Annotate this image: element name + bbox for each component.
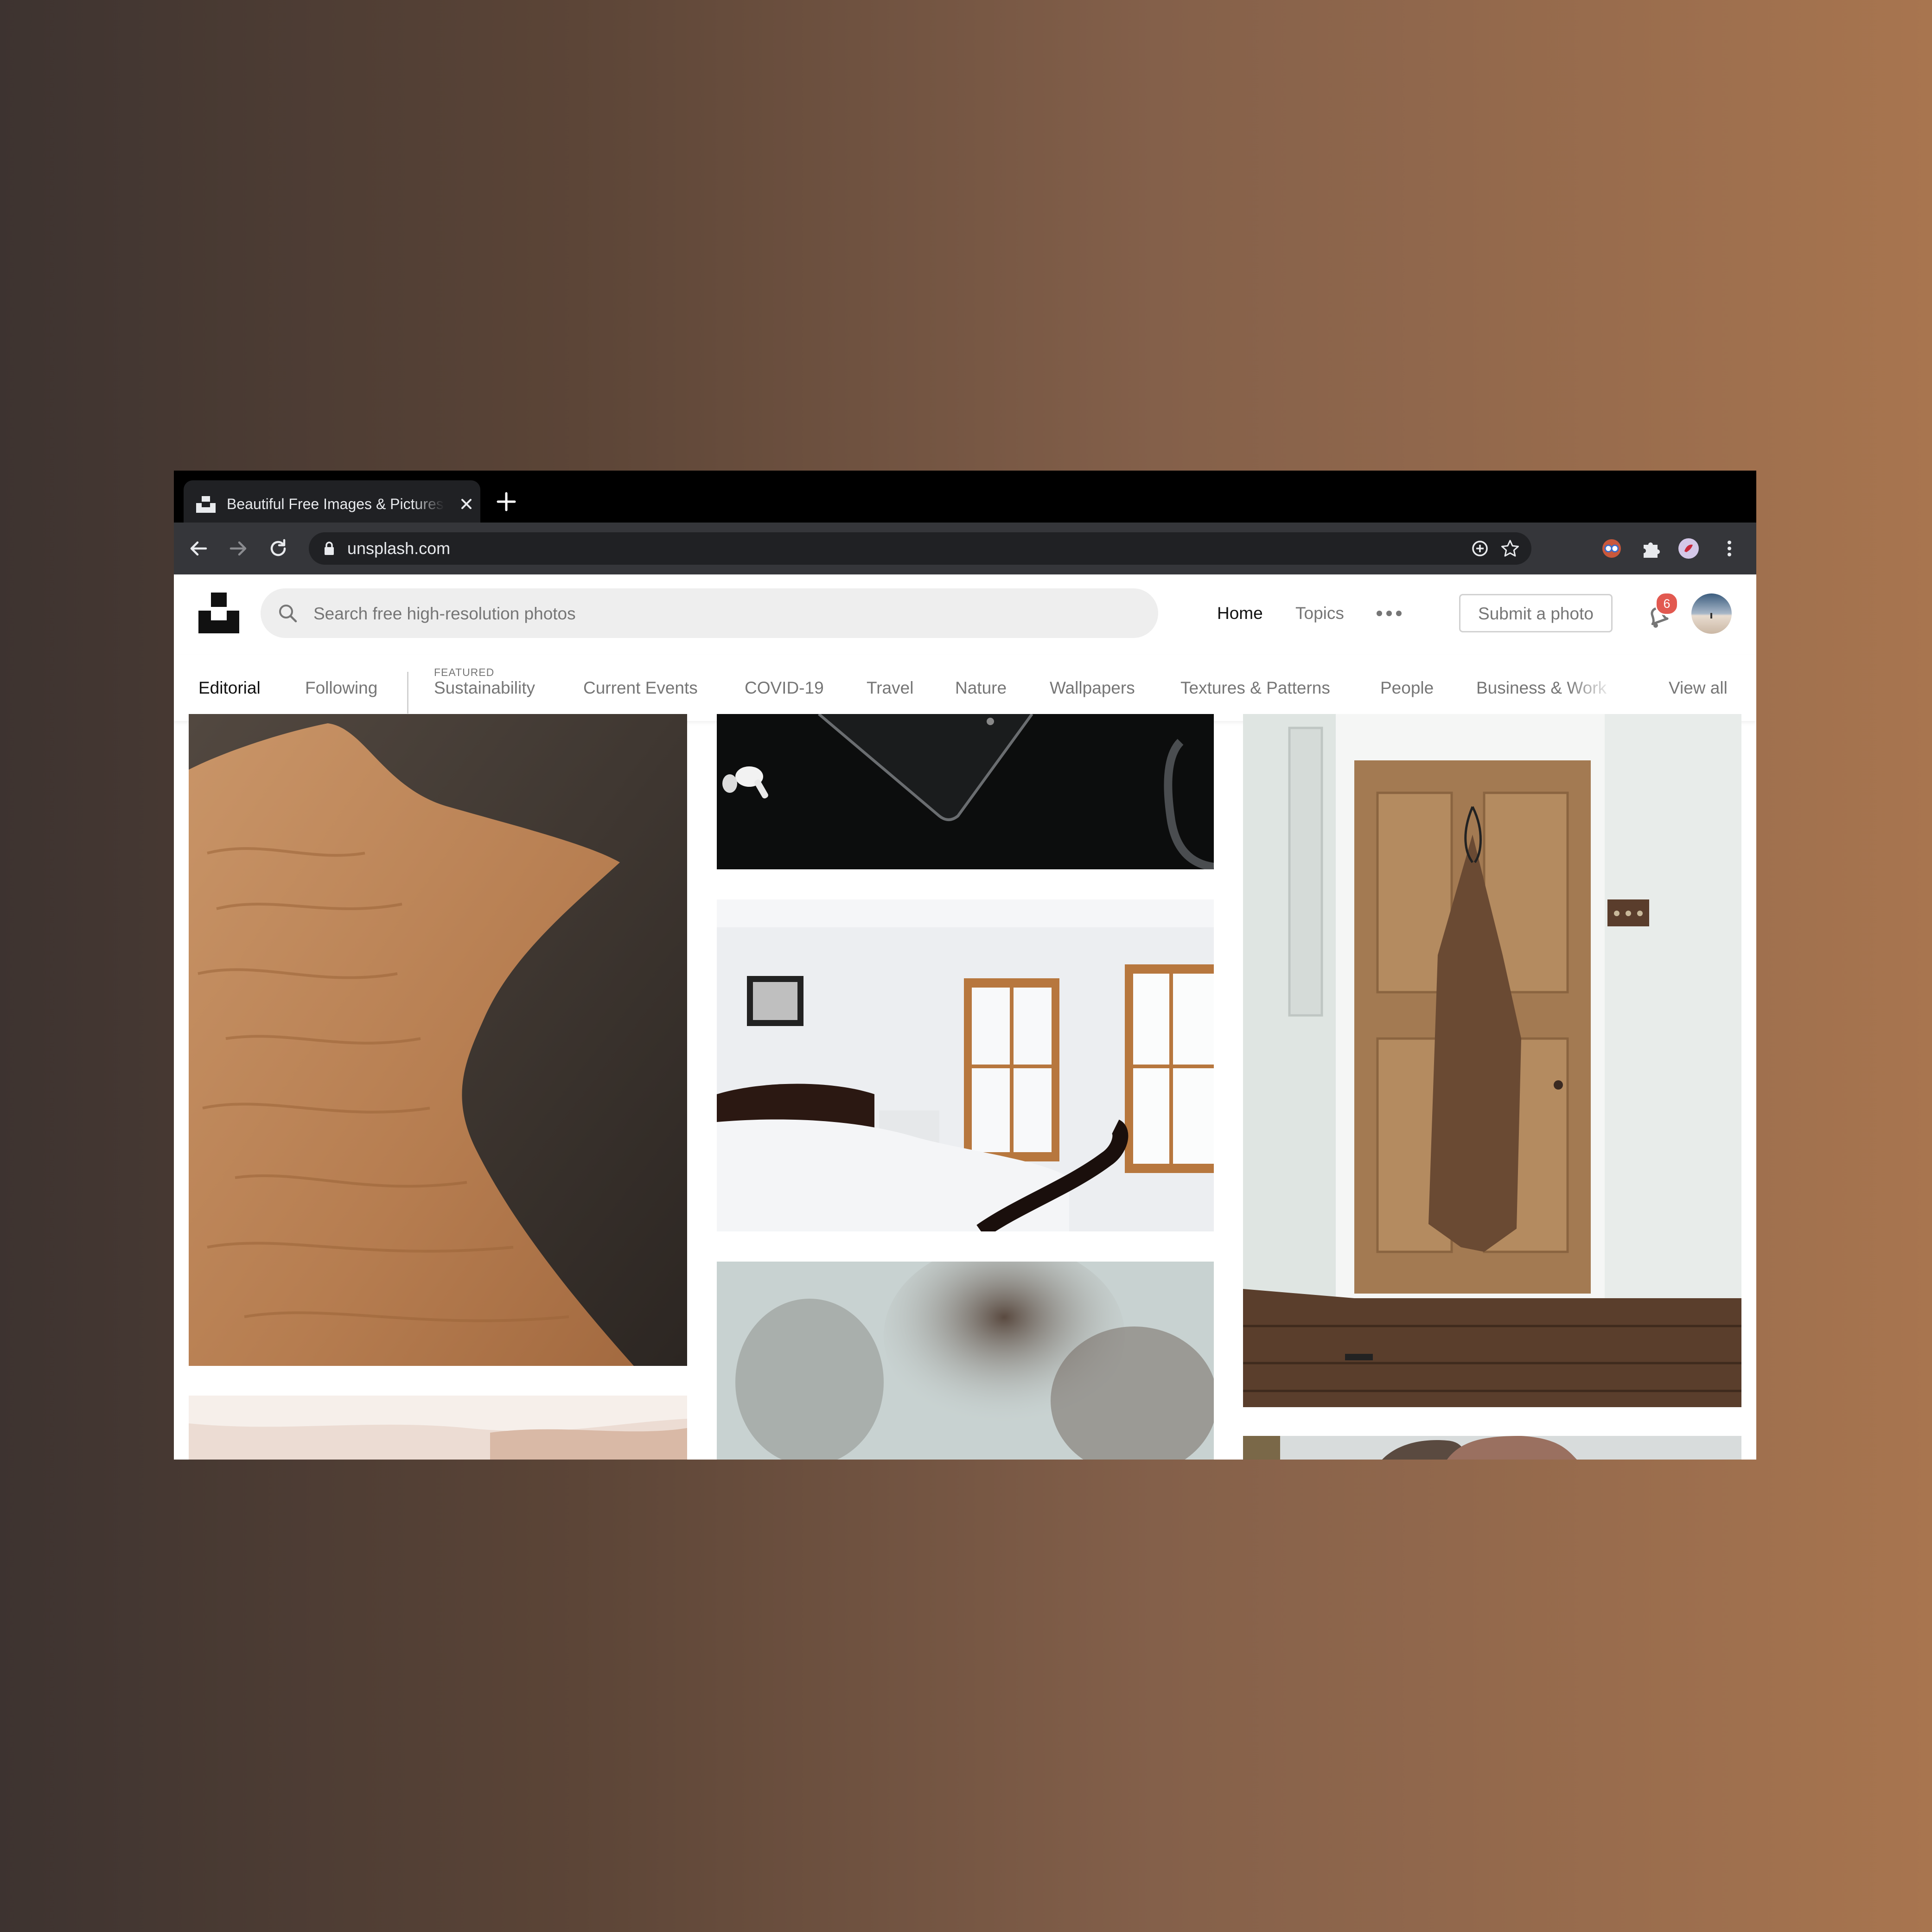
topic-current-events[interactable]: Current Events (583, 655, 698, 721)
tab-following[interactable]: Following (305, 655, 377, 721)
portrait-photo[interactable] (1243, 1436, 1741, 1460)
profile-avatar-icon[interactable] (1677, 537, 1700, 560)
nav-topics-link[interactable]: Topics (1295, 574, 1344, 652)
tab-editorial[interactable]: Editorial (198, 655, 261, 721)
topic-wallpapers[interactable]: Wallpapers (1050, 655, 1135, 721)
topic-travel[interactable]: Travel (867, 655, 913, 721)
new-tab-icon[interactable] (495, 491, 517, 513)
tab-title: Beautiful Free Images & Pictures | Unspl… (227, 496, 445, 512)
reload-icon[interactable] (267, 537, 289, 560)
nav-home-link[interactable]: Home (1217, 574, 1263, 652)
forward-icon[interactable] (227, 537, 249, 560)
nav-divider (407, 672, 408, 714)
unsplash-logo-icon[interactable] (198, 593, 239, 633)
browser-tab[interactable]: Beautiful Free Images & Pictures | Unspl… (184, 480, 480, 523)
notification-badge: 6 (1655, 592, 1678, 615)
search-bar (261, 588, 1158, 639)
install-app-icon[interactable] (1471, 539, 1489, 558)
blurred-foliage-photo[interactable] (717, 1262, 1214, 1460)
search-icon (279, 605, 297, 623)
beach-shore-photo[interactable] (189, 1396, 687, 1460)
unsplash-favicon-icon (196, 496, 216, 513)
url-text: unsplash.com (347, 539, 451, 558)
extensions-puzzle-icon[interactable] (1640, 537, 1662, 560)
bookmark-star-icon[interactable] (1501, 539, 1519, 558)
topic-navigation: Editorial Following FEATURED Sustainabil… (174, 655, 1756, 721)
topic-business-work[interactable]: Business & Work (1476, 655, 1607, 721)
address-bar[interactable]: unsplash.com (309, 532, 1531, 565)
wooden-door-apron-photo[interactable] (1243, 714, 1741, 1407)
back-icon[interactable] (187, 537, 210, 560)
close-tab-icon[interactable] (458, 496, 475, 512)
bedroom-photo[interactable] (717, 899, 1214, 1231)
topic-sustainability[interactable]: Sustainability (434, 655, 535, 721)
topic-textures-patterns[interactable]: Textures & Patterns (1180, 655, 1330, 721)
browser-toolbar: unsplash.com (174, 523, 1756, 574)
topic-covid-19[interactable]: COVID-19 (745, 655, 824, 721)
submit-photo-button[interactable]: Submit a photo (1459, 594, 1613, 632)
lock-icon (325, 542, 334, 555)
user-avatar[interactable] (1691, 593, 1732, 634)
search-input[interactable] (312, 588, 1140, 639)
view-all-link[interactable]: View all (1669, 655, 1728, 721)
site-header: Home Topics Submit a photo 6 (174, 574, 1756, 655)
browser-window: Beautiful Free Images & Pictures | Unspl… (174, 471, 1756, 1460)
tab-strip: Beautiful Free Images & Pictures | Unspl… (174, 471, 1756, 523)
more-options-icon[interactable] (1375, 602, 1403, 625)
menu-kebab-icon[interactable] (1718, 537, 1741, 560)
extension-cartoon-icon[interactable] (1600, 537, 1623, 560)
tablet-airpods-photo[interactable] (717, 714, 1214, 869)
sand-dune-photo[interactable] (189, 714, 687, 1366)
topic-people[interactable]: People (1380, 655, 1434, 721)
topic-nature[interactable]: Nature (955, 655, 1007, 721)
